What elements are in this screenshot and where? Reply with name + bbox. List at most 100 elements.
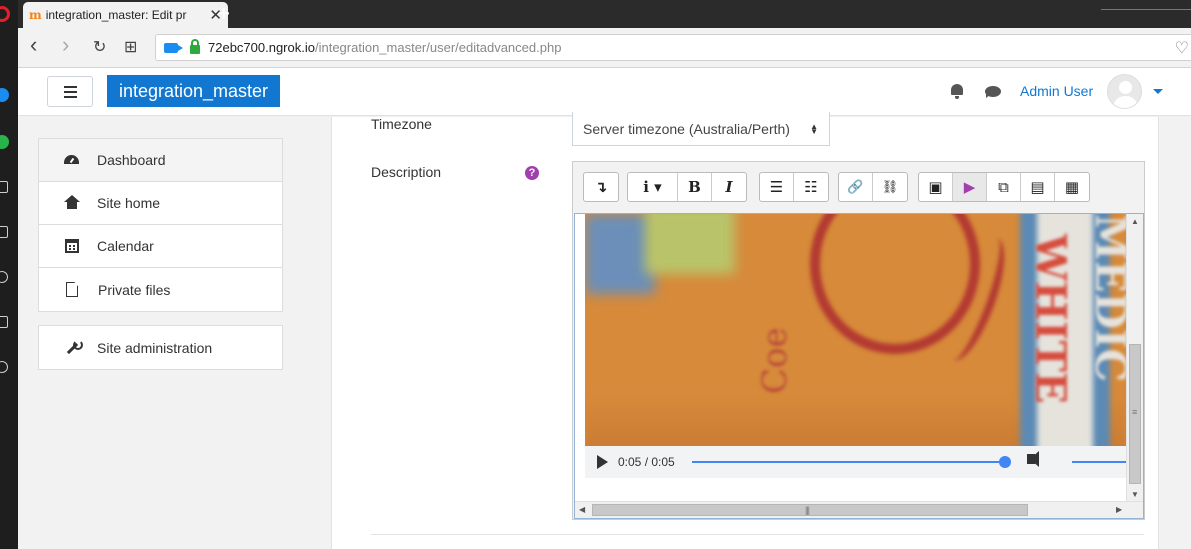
timezone-label: Timezone (371, 116, 432, 132)
window-controls (1101, 0, 1191, 10)
tabs-grid-button[interactable]: ⊞ (124, 37, 137, 57)
bell-icon[interactable] (950, 84, 964, 99)
tab-title: integration_master: Edit pr (45, 8, 187, 22)
user-menu-name[interactable]: Admin User (1020, 83, 1093, 99)
new-tab-button[interactable]: + (218, 3, 230, 26)
address-bar-row: ‹ › ↻ ⊞ 72ebc700.ngrok.io /integration_m… (18, 28, 1191, 68)
form-divider (371, 534, 1144, 535)
toolbar-group-media: ▣ ▶ ⧉ ▤ ▦ (918, 172, 1090, 202)
dashboard-icon (64, 152, 80, 168)
home-icon (64, 195, 80, 211)
camera-icon[interactable] (164, 42, 183, 53)
nav-item-label: Private files (98, 281, 171, 298)
seek-slider[interactable] (692, 456, 1011, 468)
video-frame[interactable]: Coe WHITE MEDIC (585, 214, 1127, 446)
chevron-down-icon[interactable] (1153, 89, 1163, 94)
nav-group-main: Dashboard Site home Calendar Private fil… (38, 138, 283, 312)
chat-icon[interactable] (985, 86, 1001, 98)
vertical-scroll-thumb[interactable]: ≡ (1129, 344, 1141, 484)
avatar[interactable] (1107, 74, 1142, 109)
url-path: /integration_master/user/editadvanced.ph… (314, 40, 562, 55)
hamburger-icon (63, 85, 77, 88)
unordered-list-button[interactable]: ☰ (760, 173, 794, 201)
video-text-medic: MEDIC (1086, 214, 1127, 382)
messenger-icon[interactable] (0, 88, 9, 102)
nav-item-label: Dashboard (97, 152, 166, 168)
collapse-button[interactable]: ↴ (584, 173, 618, 201)
editor-content-area[interactable]: Coe WHITE MEDIC 0:05 / 0:05 ▲ ≡ ▼ ◀ ||| (574, 213, 1144, 519)
seek-fill (692, 461, 1005, 463)
news-icon[interactable] (0, 316, 8, 328)
url-input[interactable]: 72ebc700.ngrok.io /integration_master/us… (155, 34, 1191, 61)
browser-sidebar (0, 0, 18, 549)
vertical-scrollbar[interactable]: ▲ ≡ ▼ (1126, 214, 1143, 503)
player-time: 0:05 / 0:05 (618, 455, 675, 469)
forward-button[interactable]: › (62, 32, 69, 58)
nav-item-label: Calendar (97, 238, 154, 254)
volume-icon[interactable] (1027, 451, 1039, 467)
toolbar-group-lists: ☰ ☷ (759, 172, 829, 202)
video-text-coe: Coe (755, 327, 795, 394)
atto-editor: ↴ i ▾ B I ☰ ☷ 🔗 ⛓ ▣ ▶ ⧉ ▤ ▦ Coe WHITE ME… (572, 161, 1145, 520)
nav-item-calendar[interactable]: Calendar (39, 225, 282, 268)
insert-media-button[interactable]: ▶ (953, 173, 987, 201)
horizontal-scrollbar[interactable]: ◀ ||| ▶ (575, 501, 1143, 518)
whatsapp-icon[interactable] (0, 135, 9, 149)
italic-button[interactable]: I (712, 173, 746, 201)
speed-dial-icon[interactable] (0, 226, 8, 238)
nav-item-label: Site home (97, 195, 161, 211)
drawer-toggle-button[interactable] (47, 76, 93, 107)
nav-item-site-administration[interactable]: Site administration (39, 326, 282, 369)
ordered-list-button[interactable]: ☷ (794, 173, 828, 201)
media-player-controls: 0:05 / 0:05 (585, 446, 1127, 478)
wrench-icon (64, 339, 83, 356)
scroll-left-icon[interactable]: ◀ (579, 505, 585, 514)
lock-icon[interactable] (190, 38, 200, 54)
heart-icon[interactable]: ♡ (1175, 38, 1189, 58)
scroll-right-icon[interactable]: ▶ (1116, 505, 1122, 514)
bookmarks-icon[interactable] (0, 181, 8, 193)
toolbar-group-links: 🔗 ⛓ (838, 172, 908, 202)
select-arrows-icon: ▲ ▼ (810, 122, 818, 136)
paragraph-styles-button[interactable]: i ▾ (628, 173, 678, 201)
volume-slider[interactable] (1072, 461, 1127, 463)
nav-item-site-home[interactable]: Site home (39, 182, 282, 225)
opera-logo-icon[interactable] (0, 6, 10, 22)
timezone-select[interactable]: Server timezone (Australia/Perth) ▲ ▼ (572, 112, 830, 146)
nav-drawer: Dashboard Site home Calendar Private fil… (18, 117, 315, 549)
manage-files-button[interactable]: ⧉ (987, 173, 1021, 201)
bold-button[interactable]: B (678, 173, 712, 201)
seek-thumb[interactable] (999, 456, 1011, 468)
back-button[interactable]: ‹ (30, 32, 37, 58)
insert-file-button[interactable]: ▤ (1021, 173, 1055, 201)
scroll-down-icon[interactable]: ▼ (1131, 490, 1139, 499)
toolbar-group-collapse: ↴ (583, 172, 619, 202)
file-icon (66, 282, 78, 297)
tab-bar: m integration_master: Edit pr ✕ + (18, 0, 1191, 28)
toolbar-group-style: i ▾ B I (627, 172, 747, 202)
unlink-button[interactable]: ⛓ (873, 173, 907, 201)
url-host: 72ebc700.ngrok.io (208, 40, 315, 55)
reload-button[interactable]: ↻ (93, 37, 106, 57)
play-icon[interactable] (597, 455, 608, 469)
history-icon[interactable] (0, 361, 8, 373)
video-text-white: WHITE (1026, 234, 1075, 404)
nav-item-label: Site administration (97, 339, 213, 356)
favorites-icon[interactable] (0, 271, 8, 283)
calendar-icon (65, 239, 79, 253)
nav-item-dashboard[interactable]: Dashboard (39, 139, 282, 182)
link-button[interactable]: 🔗 (839, 173, 873, 201)
nav-group-admin: Site administration (38, 325, 283, 370)
description-label: Description (371, 164, 442, 180)
horizontal-scroll-thumb[interactable]: ||| (592, 504, 1028, 516)
help-icon[interactable]: ? (525, 166, 539, 180)
insert-image-button[interactable]: ▣ (919, 173, 953, 201)
insert-h5p-button[interactable]: ▦ (1055, 173, 1089, 201)
moodle-favicon-icon: m (29, 8, 42, 22)
timezone-value: Server timezone (Australia/Perth) (583, 121, 790, 137)
site-brand[interactable]: integration_master (107, 75, 280, 107)
nav-item-private-files[interactable]: Private files (39, 268, 282, 311)
browser-tab[interactable]: m integration_master: Edit pr ✕ (23, 2, 228, 28)
site-navbar: integration_master Admin User (18, 68, 1191, 116)
scroll-up-icon[interactable]: ▲ (1131, 217, 1139, 226)
